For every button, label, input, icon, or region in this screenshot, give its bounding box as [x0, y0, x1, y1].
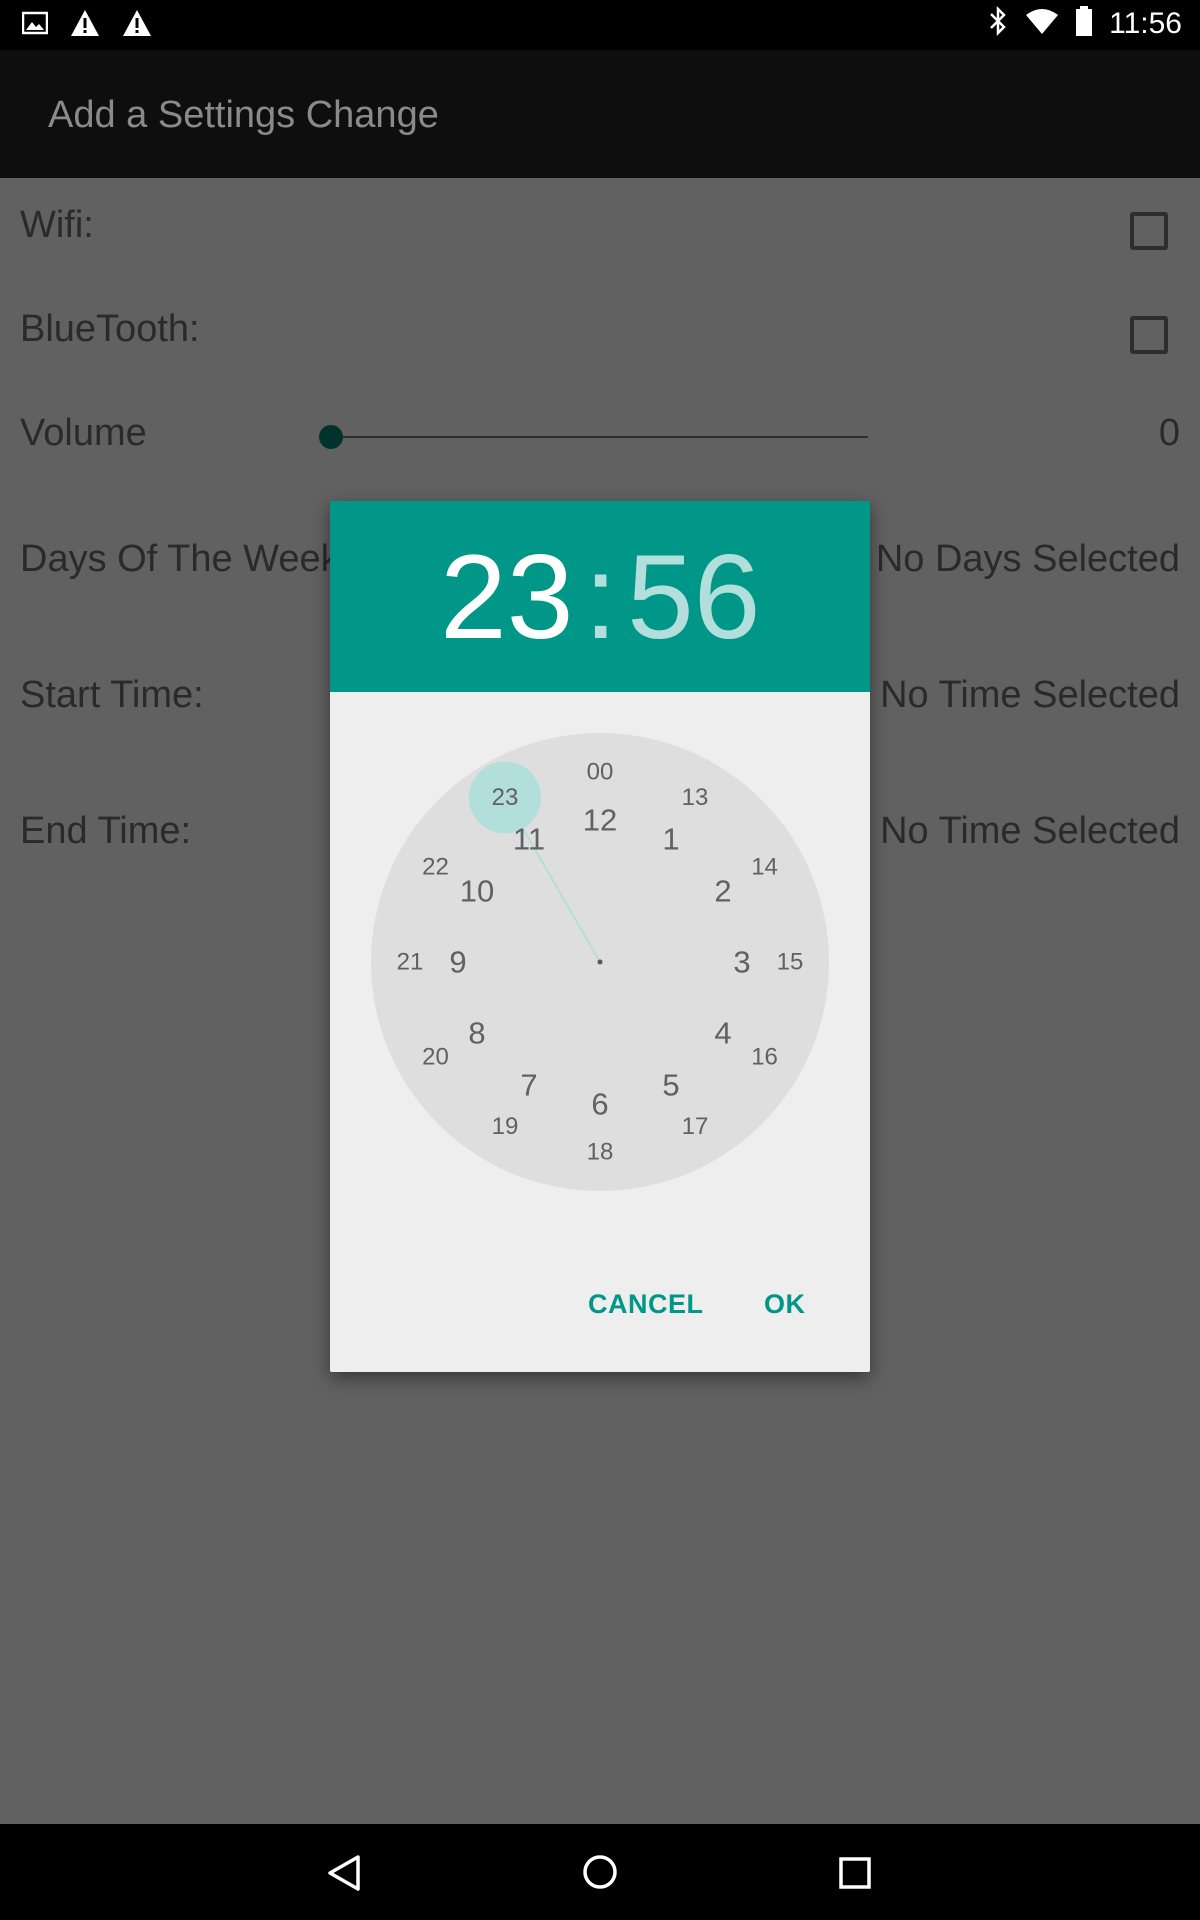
volume-label: Volume [20, 412, 147, 454]
volume-slider-thumb[interactable] [319, 425, 343, 449]
home-icon[interactable] [582, 1854, 618, 1895]
ok-button[interactable]: OK [764, 1289, 806, 1320]
bluetooth-label: BlueTooth: [20, 308, 200, 350]
image-icon [21, 11, 49, 40]
status-notification-icons [21, 9, 152, 42]
days-of-week-label: Days Of The Week: [20, 538, 351, 580]
navigation-bar [0, 1824, 1200, 1920]
clock-hour-inner[interactable]: 21 [397, 949, 424, 976]
warning-icon [122, 9, 152, 42]
clock-hour-outer[interactable]: 8 [468, 1016, 485, 1051]
bluetooth-icon [987, 5, 1009, 41]
time-picker-dialog: 23 : 56 12 1 2 3 4 5 6 7 8 9 10 11 00 13 14 15 16 17 18 19 2… [330, 501, 870, 1372]
volume-slider-track[interactable] [330, 436, 868, 438]
bluetooth-checkbox[interactable] [1130, 316, 1168, 354]
clock-face[interactable]: 121234567891011001314151617181920212223 [330, 692, 870, 1222]
end-time-value[interactable]: No Time Selected [880, 810, 1180, 853]
clock-hour-outer[interactable]: 6 [591, 1087, 608, 1122]
clock-hour-inner[interactable]: 14 [751, 854, 778, 881]
clock-hour-inner[interactable]: 00 [587, 759, 614, 786]
clock-hour-inner[interactable]: 23 [492, 784, 519, 811]
clock-hour-inner[interactable]: 22 [422, 854, 449, 881]
clock-center-dot [597, 959, 603, 965]
clock-hour-inner[interactable]: 13 [682, 784, 709, 811]
clock-hour-inner[interactable]: 16 [751, 1044, 778, 1071]
wifi-label: Wifi: [20, 204, 94, 246]
start-time-label: Start Time: [20, 674, 204, 716]
cancel-button[interactable]: CANCEL [588, 1289, 704, 1320]
battery-icon [1075, 6, 1093, 41]
back-icon[interactable] [326, 1854, 362, 1897]
app-bar: Add a Settings Change [0, 50, 1200, 178]
recents-icon[interactable] [838, 1856, 872, 1895]
clock-hour-outer[interactable]: 4 [714, 1016, 731, 1051]
page-title: Add a Settings Change [48, 94, 439, 136]
clock-hour-inner[interactable]: 19 [492, 1113, 519, 1140]
volume-value: 0 [1158, 412, 1180, 454]
clock-hour-outer[interactable]: 5 [662, 1067, 679, 1102]
status-time: 11:56 [1109, 6, 1182, 40]
wifi-checkbox[interactable] [1130, 212, 1168, 250]
clock-hour-inner[interactable]: 18 [587, 1139, 614, 1166]
wifi-icon [1025, 7, 1059, 40]
clock-hour-outer[interactable]: 9 [449, 945, 466, 980]
clock-hour-outer[interactable]: 2 [714, 874, 731, 909]
minute-display[interactable]: 56 [627, 537, 760, 657]
clock-hour-outer[interactable]: 3 [733, 945, 750, 980]
warning-icon [70, 9, 100, 42]
days-of-week-value[interactable]: No Days Selected [876, 538, 1180, 581]
clock-hour-inner[interactable]: 15 [777, 949, 804, 976]
start-time-value[interactable]: No Time Selected [880, 674, 1180, 717]
clock-hour-outer[interactable]: 1 [662, 822, 679, 857]
status-bar: 11:56 [0, 0, 1200, 50]
clock-hour-outer[interactable]: 10 [460, 874, 494, 909]
clock-hour-outer[interactable]: 7 [520, 1067, 537, 1102]
time-separator: : [584, 530, 618, 664]
hour-display[interactable]: 23 [440, 537, 573, 657]
status-system-icons: 11:56 [987, 5, 1182, 41]
clock-hour-outer[interactable]: 11 [513, 822, 545, 857]
clock-hour-inner[interactable]: 17 [682, 1113, 709, 1140]
clock-hour-outer[interactable]: 12 [583, 803, 617, 838]
time-picker-header: 23 : 56 [330, 501, 870, 692]
end-time-label: End Time: [20, 810, 192, 852]
clock-hour-inner[interactable]: 20 [422, 1044, 449, 1071]
